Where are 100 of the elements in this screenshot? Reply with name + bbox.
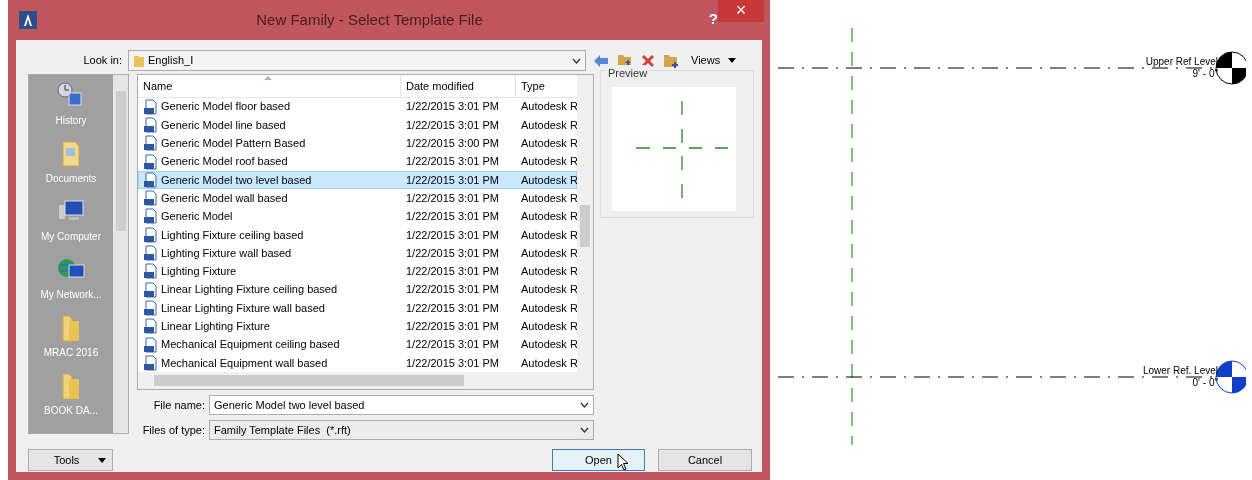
- type-cell-text: Autodesk R: [520, 300, 577, 316]
- type-cell-text: Autodesk R: [520, 136, 577, 152]
- file-row[interactable]: Lighting Fixture ceiling based 1/22/2015 3:01 PM Autodesk R: [138, 225, 577, 244]
- look-in-label: Look in:: [82, 53, 123, 69]
- type-cell-text: Autodesk R: [520, 337, 577, 353]
- file-name-label: File name:: [152, 397, 206, 413]
- file-name: Mechanical Equipment ceiling based: [161, 337, 340, 353]
- type-cell-text: Autodesk R: [520, 209, 577, 225]
- mouse-cursor-icon: [617, 453, 629, 471]
- type-cell-text: Autodesk R: [520, 190, 577, 206]
- horizontal-scrollbar[interactable]: [138, 372, 593, 389]
- template-file-icon: [143, 208, 159, 225]
- chevron-down-icon: [580, 402, 589, 408]
- file-row[interactable]: Generic Model wall based 1/22/2015 3:01 PM Autodesk R: [138, 189, 577, 208]
- look-in-value: English_I: [148, 53, 195, 69]
- date-cell-text: 1/22/2015 3:01 PM: [405, 117, 500, 133]
- template-file-icon: [143, 117, 159, 133]
- open-button[interactable]: Open: [552, 449, 645, 471]
- level-elevation[interactable]: 9' - 0": [1192, 68, 1218, 80]
- file-type-label: Files of type:: [141, 422, 206, 438]
- template-file-icon: [143, 336, 159, 353]
- file-name: Mechanical Equipment wall based: [161, 355, 328, 371]
- scrollbar-thumb[interactable]: [580, 205, 590, 247]
- file-row[interactable]: Generic Model line based 1/22/2015 3:01 PM Autodesk R: [138, 115, 577, 135]
- level-name[interactable]: Lower Ref. Level: [1142, 365, 1218, 377]
- new-folder-icon[interactable]: [663, 52, 679, 69]
- close-button[interactable]: ×: [718, 0, 764, 22]
- file-type-value: Family Template Files (*.rft): [214, 422, 352, 438]
- file-row[interactable]: Linear Lighting Fixture 1/22/2015 3:01 PM Autodesk R: [138, 317, 577, 336]
- file-row[interactable]: Mechanical Equipment ceiling based 1/22/2015 3:01 PM Autodesk R: [138, 335, 577, 354]
- template-file-icon: [143, 354, 159, 371]
- file-name: Lighting Fixture ceiling based: [161, 227, 304, 243]
- date-cell-text: 1/22/2015 3:01 PM: [405, 190, 500, 206]
- template-file-icon: [143, 98, 159, 115]
- tools-button[interactable]: Tools: [28, 449, 113, 471]
- date-cell-text: 1/22/2015 3:01 PM: [405, 282, 500, 298]
- file-name: Generic Model two level based: [161, 172, 312, 188]
- type-cell-text: Autodesk R: [520, 117, 577, 133]
- type-cell-text: Autodesk R: [520, 99, 577, 115]
- column-header[interactable]: Name: [138, 75, 400, 97]
- file-name-field[interactable]: Generic Model two level based: [209, 395, 594, 415]
- date-cell-text: 1/22/2015 3:01 PM: [405, 264, 500, 280]
- vertical-scrollbar[interactable]: [577, 75, 593, 372]
- file-row[interactable]: Linear Lighting Fixture wall based 1/22/2015 3:01 PM Autodesk R: [138, 298, 577, 318]
- template-file-icon: [143, 263, 159, 280]
- chevron-down-icon: [572, 57, 581, 64]
- type-cell-text: Autodesk R: [520, 172, 577, 188]
- look-in-dropdown[interactable]: English_I: [128, 50, 586, 71]
- template-file-icon: [143, 245, 159, 262]
- delete-icon[interactable]: [641, 53, 655, 68]
- date-cell-text: 1/22/2015 3:01 PM: [405, 337, 500, 353]
- type-cell-text: Autodesk R: [520, 227, 577, 243]
- level-elevation[interactable]: 0' - 0": [1192, 377, 1218, 389]
- file-row[interactable]: Lighting Fixture 1/22/2015 3:01 PM Autodesk R: [138, 262, 577, 281]
- template-file-icon: [143, 226, 159, 243]
- file-name: Generic Model Pattern Based: [161, 136, 306, 152]
- file-row[interactable]: Generic Model roof based 1/22/2015 3:01 PM Autodesk R: [138, 152, 577, 171]
- file-name: Generic Model line based: [161, 117, 286, 133]
- file-row[interactable]: Generic Model floor based 1/22/2015 3:01 PM Autodesk R: [138, 97, 577, 116]
- template-file-icon: [143, 153, 159, 170]
- help-button[interactable]: ?: [708, 8, 718, 31]
- file-row[interactable]: Lighting Fixture wall based 1/22/2015 3:01 PM Autodesk R: [138, 243, 577, 263]
- window-title: New Family - Select Template File: [256, 9, 483, 30]
- file-name: Linear Lighting Fixture: [161, 319, 270, 334]
- template-file-icon: [143, 281, 159, 298]
- date-cell-text: 1/22/2015 3:01 PM: [405, 227, 500, 243]
- template-file-icon: [143, 299, 159, 316]
- file-name: Generic Model: [161, 209, 233, 225]
- type-cell-text: Autodesk R: [520, 264, 577, 280]
- file-name: Lighting Fixture: [161, 264, 237, 280]
- template-file-icon: [143, 135, 159, 152]
- date-cell-text: 1/22/2015 3:00 PM: [405, 136, 500, 152]
- file-type-dropdown[interactable]: Family Template Files (*.rft): [209, 420, 594, 440]
- template-file-icon: [143, 171, 159, 188]
- date-cell-text: 1/22/2015 3:01 PM: [405, 355, 500, 371]
- scrollbar-thumb[interactable]: [154, 375, 464, 386]
- file-row[interactable]: Generic Model 1/22/2015 3:01 PM Autodesk R: [138, 207, 577, 226]
- cancel-button[interactable]: Cancel: [658, 449, 752, 471]
- scrollbar[interactable]: [113, 75, 128, 433]
- type-cell-text: Autodesk R: [520, 282, 577, 298]
- file-row[interactable]: Generic Model two level based 1/22/2015 3:01 PM Autodesk R: [138, 170, 577, 190]
- views-menu-button[interactable]: Views: [691, 52, 721, 69]
- file-row[interactable]: Mechanical Equipment wall based 1/22/2015 3:01 PM Autodesk R: [138, 353, 577, 372]
- date-cell-text: 1/22/2015 3:01 PM: [405, 172, 500, 188]
- date-cell-text: 1/22/2015 3:01 PM: [405, 154, 500, 170]
- back-arrow-icon[interactable]: [593, 53, 609, 68]
- date-cell-text: 1/22/2015 3:01 PM: [405, 300, 500, 316]
- column-header[interactable]: Date modified: [400, 75, 515, 97]
- scrollbar-thumb[interactable]: [115, 91, 126, 231]
- file-name-value: Generic Model two level based: [214, 397, 366, 413]
- file-row[interactable]: Linear Lighting Fixture ceiling based 1/22/2015 3:01 PM Autodesk R: [138, 280, 577, 299]
- level-name[interactable]: Upper Ref Level: [1145, 56, 1218, 68]
- file-row[interactable]: Generic Model Pattern Based 1/22/2015 3:00 PM Autodesk R: [138, 134, 577, 153]
- date-cell-text: 1/22/2015 3:01 PM: [405, 319, 500, 334]
- file-name: Generic Model roof based: [161, 154, 288, 170]
- date-cell-text: 1/22/2015 3:01 PM: [405, 99, 500, 115]
- type-cell-text: Autodesk R: [520, 355, 577, 371]
- chevron-down-icon: [580, 427, 589, 433]
- date-cell-text: 1/22/2015 3:01 PM: [405, 245, 500, 261]
- folder-icon: [133, 53, 145, 68]
